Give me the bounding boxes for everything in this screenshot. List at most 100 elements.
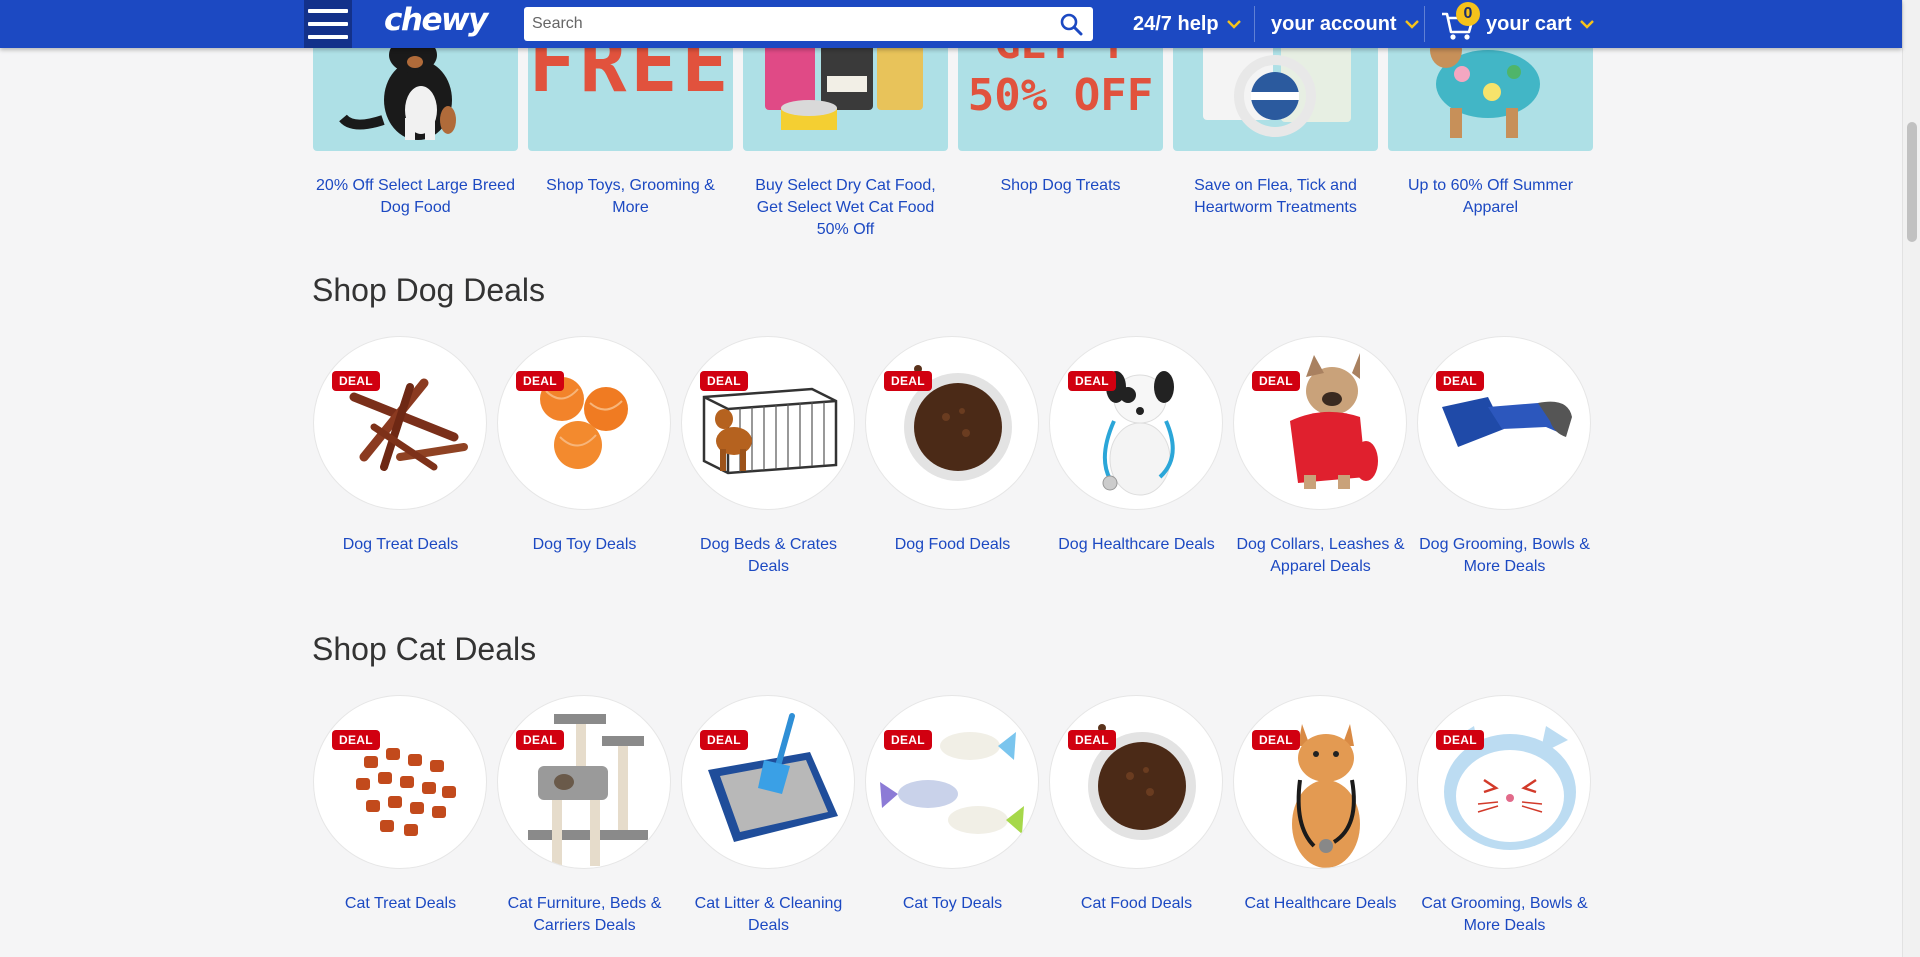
deal-image: DEAL — [497, 695, 671, 869]
deal-badge: DEAL — [1068, 730, 1116, 750]
cat-bowl-icon — [1444, 726, 1576, 850]
chevron-down-icon — [1579, 20, 1594, 29]
section-title: Shop Cat Deals — [312, 631, 537, 667]
deal-badge: DEAL — [1252, 371, 1300, 391]
help-label: 24/7 help — [1133, 12, 1219, 35]
dog-sweater-icon — [1290, 353, 1378, 489]
hamburger-menu-icon[interactable] — [304, 0, 352, 48]
promo-caption: 20% Off Select Large Breed Dog Food — [316, 177, 515, 216]
chevron-down-icon — [1404, 20, 1419, 29]
deal-label: Dog Beds & Crates Deals — [700, 536, 837, 575]
deal-label: Dog Toy Deals — [532, 536, 637, 553]
deal-label: Cat Grooming, Bowls & More Deals — [1421, 895, 1588, 934]
page-scrollbar[interactable] — [1902, 0, 1920, 957]
deal-tile[interactable]: DEAL Dog Grooming, Bowls & More Deals — [1417, 336, 1592, 578]
deal-tile[interactable]: DEAL Dog Food Deals — [865, 336, 1040, 556]
deal-tile[interactable]: DEAL Cat Furniture, Beds & Carriers Deal… — [497, 695, 672, 937]
litter-box-icon — [708, 713, 838, 842]
deal-badge: DEAL — [516, 371, 564, 391]
account-menu[interactable]: your account — [1271, 0, 1419, 48]
promo-caption: Up to 60% Off Summer Apparel — [1407, 177, 1574, 216]
deal-badge: DEAL — [1068, 371, 1116, 391]
deal-image: DEAL — [681, 695, 855, 869]
deal-badge: DEAL — [332, 371, 380, 391]
top-nav-bar: chewy 24/7 help your account 0 your cart — [0, 0, 1902, 48]
search-icon[interactable] — [1059, 12, 1083, 36]
deal-label: Cat Toy Deals — [902, 895, 1003, 912]
deal-badge: DEAL — [332, 730, 380, 750]
deal-image: DEAL — [681, 336, 855, 510]
deal-image: DEAL — [1049, 336, 1223, 510]
account-label: your account — [1271, 12, 1397, 35]
promo-caption: Save on Flea, Tick and Heartworm Treatme… — [1194, 177, 1357, 216]
deal-tile[interactable]: DEAL Dog Collars, Leashes & Apparel Deal… — [1233, 336, 1408, 578]
deal-badge: DEAL — [1436, 371, 1484, 391]
tennis-balls-icon — [540, 377, 628, 469]
deal-image: DEAL — [1417, 336, 1591, 510]
chewy-logo[interactable]: chewy — [384, 2, 488, 38]
deal-tile[interactable]: DEAL Cat Treat Deals — [313, 695, 488, 915]
cart-label: your cart — [1486, 12, 1572, 35]
deal-badge: DEAL — [516, 730, 564, 750]
nav-divider — [1424, 6, 1425, 42]
promo-big-text: 50% OFF — [967, 70, 1154, 121]
deal-image: DEAL — [313, 695, 487, 869]
bully-sticks-icon — [349, 378, 468, 471]
nav-divider — [1254, 6, 1255, 42]
deal-tile[interactable]: DEAL Cat Healthcare Deals — [1233, 695, 1408, 915]
deal-image: DEAL — [1233, 336, 1407, 510]
deal-tile[interactable]: DEAL Cat Toy Deals — [865, 695, 1040, 915]
chevron-down-icon — [1226, 20, 1241, 29]
deal-badge: DEAL — [884, 371, 932, 391]
cart-count-badge: 0 — [1456, 2, 1480, 26]
cat-stethoscope-icon — [1292, 724, 1360, 868]
food-bowl-icon — [1084, 724, 1196, 840]
search-box — [524, 7, 1093, 41]
fish-toys-icon — [880, 732, 1024, 834]
deal-image: DEAL — [1049, 695, 1223, 869]
deal-badge: DEAL — [700, 371, 748, 391]
deal-image: DEAL — [865, 336, 1039, 510]
deal-label: Dog Grooming, Bowls & More Deals — [1419, 536, 1590, 575]
deal-badge: DEAL — [884, 730, 932, 750]
deal-label: Dog Healthcare Deals — [1058, 536, 1215, 553]
deal-label: Dog Collars, Leashes & Apparel Deals — [1236, 536, 1405, 575]
deal-badge: DEAL — [700, 730, 748, 750]
deal-tile[interactable]: DEAL Cat Litter & Cleaning Deals — [681, 695, 856, 937]
deal-image: DEAL — [497, 336, 671, 510]
deal-badge: DEAL — [1252, 730, 1300, 750]
deal-label: Cat Food Deals — [1080, 895, 1193, 912]
scrollbar-thumb[interactable] — [1907, 122, 1917, 242]
food-bowl-icon — [900, 365, 1012, 481]
deal-image: DEAL — [865, 695, 1039, 869]
deal-tile[interactable]: DEAL Cat Food Deals — [1049, 695, 1224, 915]
deal-tile[interactable]: DEAL Dog Toy Deals — [497, 336, 672, 556]
deal-label: Cat Litter & Cleaning Deals — [694, 895, 843, 934]
deal-badge: DEAL — [1436, 730, 1484, 750]
cart-menu[interactable]: 0 your cart — [1440, 0, 1594, 48]
deal-label: Cat Healthcare Deals — [1244, 895, 1397, 912]
deal-label: Cat Treat Deals — [344, 895, 457, 912]
promo-caption: Shop Toys, Grooming & More — [546, 177, 715, 216]
grooming-brush-icon — [1442, 397, 1572, 447]
deal-image: DEAL — [1233, 695, 1407, 869]
deal-tile[interactable]: DEAL Dog Beds & Crates Deals — [681, 336, 856, 578]
deal-tile[interactable]: DEAL Dog Healthcare Deals — [1049, 336, 1224, 556]
promo-caption: Buy Select Dry Cat Food, Get Select Wet … — [755, 177, 936, 238]
promo-caption: Shop Dog Treats — [1000, 177, 1121, 194]
dog-crate-icon — [702, 387, 838, 475]
puppy-stethoscope-icon — [1102, 371, 1175, 496]
deal-image: DEAL — [313, 336, 487, 510]
help-menu[interactable]: 24/7 help — [1133, 0, 1241, 48]
search-input[interactable] — [524, 7, 1024, 41]
deal-label: Cat Furniture, Beds & Carriers Deals — [507, 895, 662, 934]
deal-tile[interactable]: DEAL Dog Treat Deals — [313, 336, 488, 556]
deal-tile[interactable]: DEAL Cat Grooming, Bowls & More Deals — [1417, 695, 1592, 937]
section-title: Shop Dog Deals — [312, 272, 546, 308]
deal-label: Dog Food Deals — [894, 536, 1011, 553]
cart-icon: 0 — [1440, 2, 1480, 42]
deal-image: DEAL — [1417, 695, 1591, 869]
cat-tree-icon — [528, 714, 648, 866]
deal-label: Dog Treat Deals — [342, 536, 459, 553]
cat-treats-icon — [356, 748, 456, 836]
